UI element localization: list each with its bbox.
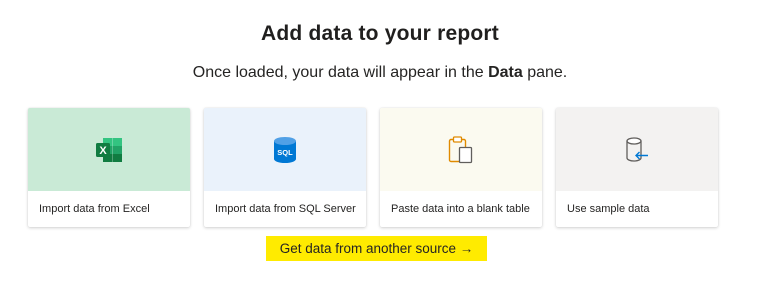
sample-data-icon bbox=[623, 135, 651, 165]
import-sql-server-card[interactable]: SQL Import data from SQL Server bbox=[204, 108, 366, 227]
sql-text: SQL bbox=[277, 148, 293, 157]
subtitle-suffix: pane. bbox=[522, 64, 568, 81]
page-subtitle: Once loaded, your data will appear in th… bbox=[0, 64, 760, 82]
use-sample-data-card[interactable]: Use sample data bbox=[556, 108, 718, 227]
paste-blank-table-card[interactable]: Paste data into a blank table bbox=[380, 108, 542, 227]
card-illustration bbox=[380, 108, 542, 191]
card-illustration: SQL bbox=[204, 108, 366, 191]
card-label: Paste data into a blank table bbox=[391, 203, 530, 215]
card-label: Import data from Excel bbox=[39, 203, 150, 215]
paste-table-icon bbox=[447, 135, 475, 165]
excel-letter: X bbox=[99, 144, 107, 156]
excel-icon: X bbox=[94, 136, 124, 164]
card-illustration: X bbox=[28, 108, 190, 191]
page-title: Add data to your report bbox=[261, 22, 499, 45]
sql-database-icon: SQL bbox=[272, 136, 298, 164]
card-label: Import data from SQL Server bbox=[215, 203, 356, 215]
subtitle-prefix: Once loaded, your data will appear in th… bbox=[192, 64, 489, 81]
card-illustration bbox=[556, 108, 718, 191]
import-excel-card[interactable]: X Import data from Excel bbox=[28, 108, 190, 227]
add-data-page: Add data to your report Once loaded, you… bbox=[0, 0, 780, 301]
data-source-cards: X Import data from Excel SQL Import data… bbox=[28, 108, 718, 227]
card-label: Use sample data bbox=[567, 203, 650, 215]
get-data-other-source-link[interactable]: Get data from another source → bbox=[266, 236, 487, 261]
subtitle-bold: Data bbox=[488, 64, 523, 81]
